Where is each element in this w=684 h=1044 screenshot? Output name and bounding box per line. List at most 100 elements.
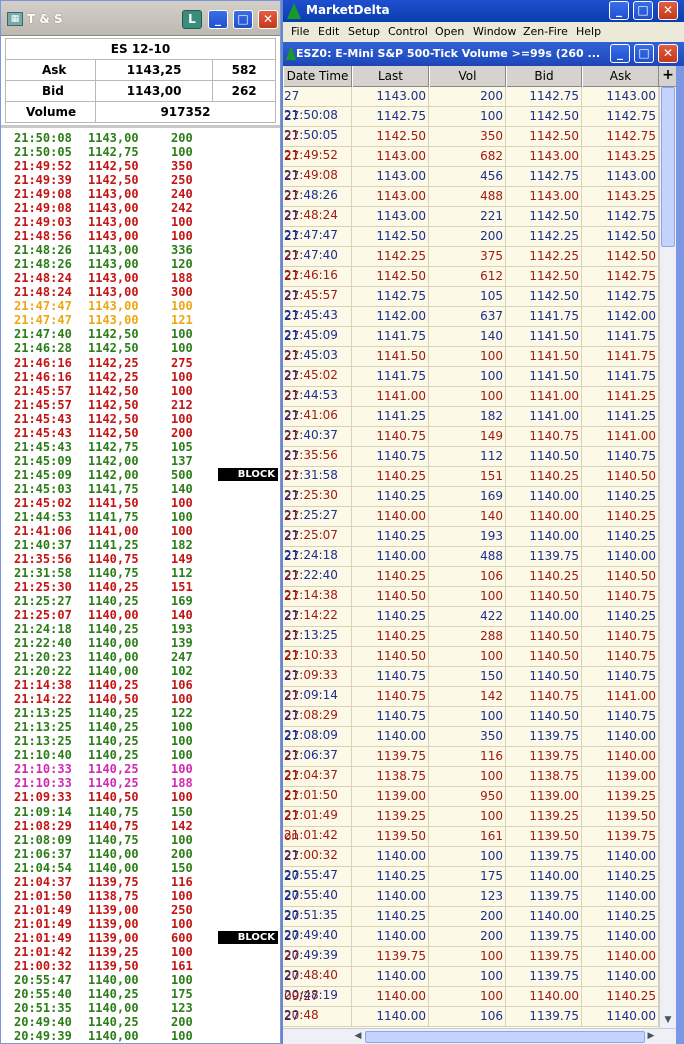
menu-open[interactable]: Open bbox=[435, 25, 464, 38]
ts-row[interactable]: 21:01:42 1139,25 100 bbox=[1, 945, 280, 959]
ts-row[interactable]: 21:13:25 1140,25 100 bbox=[1, 734, 280, 748]
grid-row[interactable]: 27 21:48:24 1143.00 488 1143.00 1143.25 bbox=[283, 187, 659, 222]
grid-row[interactable]: 27 21:50:08 1143.00 200 1142.75 1143.00 bbox=[283, 87, 659, 122]
grid-row[interactable]: 27 21:50:05 1142.75 100 1142.50 1142.75 bbox=[283, 107, 659, 142]
grid-row[interactable]: 27 21:47:47 1143.00 221 1142.50 1142.75 bbox=[283, 207, 659, 242]
grid-row[interactable]: 27 21:25:07 1140.00 140 1140.00 1140.25 bbox=[283, 507, 659, 542]
header-bid[interactable]: Bid bbox=[506, 66, 582, 87]
ts-row[interactable]: 21:48:24 1143,00 300 bbox=[1, 285, 280, 299]
ts-row[interactable]: 21:49:08 1143,00 242 bbox=[1, 201, 280, 215]
grid-row[interactable]: 27 21:45:02 1141.50 100 1141.50 1141.75 bbox=[283, 347, 659, 382]
ts-row[interactable]: 21:45:09 1142,00 500 BLOCK bbox=[1, 467, 280, 482]
menu-file[interactable]: File bbox=[291, 25, 309, 38]
header-vol[interactable]: Vol bbox=[429, 66, 506, 87]
app-close-button[interactable]: ✕ bbox=[658, 1, 678, 20]
ts-row[interactable]: 21:22:40 1140,00 139 bbox=[1, 636, 280, 650]
ts-row[interactable]: 21:35:56 1140,75 149 bbox=[1, 552, 280, 566]
grid-row[interactable]: 27 20:45:231140.001061139.751140.00 bbox=[283, 1007, 659, 1027]
ts-titlebar[interactable]: ▦ T & S L _ □ ✕ bbox=[1, 1, 280, 36]
grid-row[interactable]: 27 21:45:03 1141.75 140 1141.50 1141.75 bbox=[283, 327, 659, 362]
grid-row[interactable]: 27 21:41:06 1141.00 100 1141.00 1141.25 bbox=[283, 387, 659, 422]
ts-row[interactable]: 21:45:57 1142,50 100 bbox=[1, 384, 280, 398]
ts-row[interactable]: 21:04:54 1140,00 150 bbox=[1, 861, 280, 875]
grid-row[interactable]: 27 21:40:37 1141.25 182 1141.00 1141.25 bbox=[283, 407, 659, 442]
ts-row[interactable]: 21:04:37 1139,75 116 bbox=[1, 875, 280, 889]
ts-row[interactable]: 21:44:53 1141,75 100 bbox=[1, 510, 280, 524]
grid-row[interactable]: 27 20:49:39 1140.00 200 1139.75 1140.00 bbox=[283, 927, 659, 962]
grid-row[interactable]: 27 21:35:56 1140.75 149 1140.75 1141.00 bbox=[283, 427, 659, 462]
grid-row[interactable]: 27 21:31:58 1140.75 112 1140.50 1140.75 bbox=[283, 447, 659, 482]
close-button[interactable]: ✕ bbox=[258, 10, 278, 29]
ts-row[interactable]: 21:08:09 1140,75 100 bbox=[1, 833, 280, 847]
grid-row[interactable]: 27 21:01:42 1139.25 100 1139.25 1139.50 bbox=[283, 807, 659, 842]
ts-row[interactable]: 21:45:02 1141,50 100 bbox=[1, 496, 280, 510]
header-last[interactable]: Last bbox=[352, 66, 429, 87]
grid-row[interactable]: 27 21:24:18 1140.25 193 1140.00 1140.25 bbox=[283, 527, 659, 562]
ts-row[interactable]: 21:25:07 1140,00 140 bbox=[1, 608, 280, 622]
grid-row[interactable]: 27 21:44:53 1141.75 100 1141.50 1141.75 bbox=[283, 367, 659, 402]
ts-row[interactable]: 21:10:33 1140,25 188 bbox=[1, 776, 280, 790]
menu-edit[interactable]: Edit bbox=[318, 25, 339, 38]
grid-row[interactable]: 27 21:13:25 1140.25 422 1140.00 1140.25 bbox=[283, 607, 659, 642]
ts-row[interactable]: 21:01:50 1138,75 100 bbox=[1, 889, 280, 903]
horizontal-scroll-thumb[interactable] bbox=[365, 1031, 645, 1043]
ts-row[interactable]: 21:49:08 1143,00 240 bbox=[1, 187, 280, 201]
grid-row[interactable]: 27 21:06:37 1140.00 350 1139.75 1140.00 bbox=[283, 727, 659, 762]
ts-row[interactable]: 21:45:03 1141,75 140 bbox=[1, 482, 280, 496]
ts-row[interactable]: 21:47:47 1143,00 121 bbox=[1, 313, 280, 327]
ts-row[interactable]: 21:06:37 1140,00 200 bbox=[1, 847, 280, 861]
chart-window-titlebar[interactable]: ESZ0: E-Mini S&P 500-Tick Volume >=99s (… bbox=[283, 42, 684, 66]
grid-row[interactable]: 27 20:49:40 1140.25 200 1140.00 1140.25 bbox=[283, 907, 659, 942]
ts-row[interactable]: 21:08:29 1140,75 142 bbox=[1, 819, 280, 833]
ts-row[interactable]: 21:45:43 1142,50 100 bbox=[1, 412, 280, 426]
scroll-right-icon[interactable]: ▶ bbox=[644, 1029, 658, 1044]
ts-row[interactable]: 20:49:39 1140,00 100 bbox=[1, 1029, 280, 1043]
menu-control[interactable]: Control bbox=[388, 25, 428, 38]
grid-row[interactable]: 09/27 20:48 1140.00 100 1140.00 1140.25 bbox=[283, 987, 659, 1022]
ts-row[interactable]: 21:01:49 1139,00 250 bbox=[1, 903, 280, 917]
ts-row[interactable]: 21:10:33 1140,25 100 bbox=[1, 762, 280, 776]
grid-row[interactable]: 27 21:45:43 1142.75 105 1142.50 1142.75 bbox=[283, 287, 659, 322]
grid-row[interactable]: 27 21:01:50 1138.75 100 1138.75 1139.00 bbox=[283, 767, 659, 802]
time-and-sales-list[interactable]: 21:50:08 1143,00 200 21:50:05 1142,75 100 21:4… bbox=[1, 131, 280, 1043]
grid-row[interactable]: 27 21:46:16 1142.25 375 1142.25 1142.50 bbox=[283, 247, 659, 282]
ts-row[interactable]: 21:14:38 1140,25 106 bbox=[1, 678, 280, 692]
add-column-button[interactable]: + bbox=[661, 66, 675, 85]
ts-row[interactable]: 21:45:43 1142,75 105 bbox=[1, 440, 280, 454]
grid-rows[interactable]: 27 21:50:08 1143.00 200 1142.75 1143.00 27 21… bbox=[283, 87, 659, 1027]
ts-row[interactable]: 21:49:52 1142,50 350 bbox=[1, 159, 280, 173]
app-titlebar[interactable]: MarketDelta _ □ ✕ bbox=[283, 0, 684, 22]
ts-row[interactable]: 20:51:35 1140,00 123 bbox=[1, 1001, 280, 1015]
ts-row[interactable]: 21:09:33 1140,50 100 bbox=[1, 790, 280, 804]
grid-row[interactable]: 27 21:25:30 1140.25 151 1140.25 1140.50 bbox=[283, 467, 659, 502]
ts-row[interactable]: 21:13:25 1140,25 100 bbox=[1, 720, 280, 734]
grid-row[interactable]: 27 21:04:37 1139.75 116 1139.75 1140.00 bbox=[283, 747, 659, 782]
chart-maximize-button[interactable]: □ bbox=[634, 44, 654, 63]
ts-row[interactable]: 21:10:40 1140,25 100 bbox=[1, 748, 280, 762]
ts-row[interactable]: 21:48:26 1143,00 120 bbox=[1, 257, 280, 271]
header-date-time[interactable]: Date Time bbox=[283, 66, 352, 87]
grid-row[interactable]: 27 21:09:14 1140.75 150 1140.50 1140.75 bbox=[283, 667, 659, 702]
ts-row[interactable]: 21:47:40 1142,50 100 bbox=[1, 327, 280, 341]
ts-row[interactable]: 20:49:40 1140,25 200 bbox=[1, 1015, 280, 1029]
ts-row[interactable]: 21:13:25 1140,25 122 bbox=[1, 706, 280, 720]
ts-row[interactable]: 21:25:30 1140,25 151 bbox=[1, 580, 280, 594]
header-ask[interactable]: Ask bbox=[582, 66, 659, 87]
scroll-left-icon[interactable]: ◀ bbox=[351, 1029, 365, 1044]
ts-row[interactable]: 21:48:26 1143,00 336 bbox=[1, 243, 280, 257]
vertical-scrollbar[interactable]: ▼ bbox=[659, 87, 676, 1028]
chart-close-button[interactable]: ✕ bbox=[658, 44, 678, 63]
app-minimize-button[interactable]: _ bbox=[609, 1, 629, 20]
ts-row[interactable]: 21:50:08 1143,00 200 bbox=[1, 131, 280, 145]
ts-row[interactable]: 21:01:49 1139,00 600 BLOCK bbox=[1, 930, 280, 945]
grid-row[interactable]: 27 21:45:09 1142.00 637 1141.75 1142.00 bbox=[283, 307, 659, 342]
ts-row[interactable]: 21:46:16 1142,25 275 bbox=[1, 356, 280, 370]
ts-row[interactable]: 21:40:37 1141,25 182 bbox=[1, 538, 280, 552]
grid-row[interactable]: 27 21:08:29 1140.75 142 1140.75 1141.00 bbox=[283, 687, 659, 722]
ts-row[interactable]: 21:24:18 1140,25 193 bbox=[1, 622, 280, 636]
menu-setup[interactable]: Setup bbox=[348, 25, 380, 38]
grid-row[interactable]: 27 21:14:38 1140.25 106 1140.25 1140.50 bbox=[283, 567, 659, 602]
grid-row[interactable]: 27 21:49:08 1143.00 682 1143.00 1143.25 bbox=[283, 147, 659, 182]
ts-row[interactable]: 21:47:47 1143,00 100 bbox=[1, 299, 280, 313]
grid-row[interactable]: 27 21:47:40 1142.50 200 1142.25 1142.50 bbox=[283, 227, 659, 262]
